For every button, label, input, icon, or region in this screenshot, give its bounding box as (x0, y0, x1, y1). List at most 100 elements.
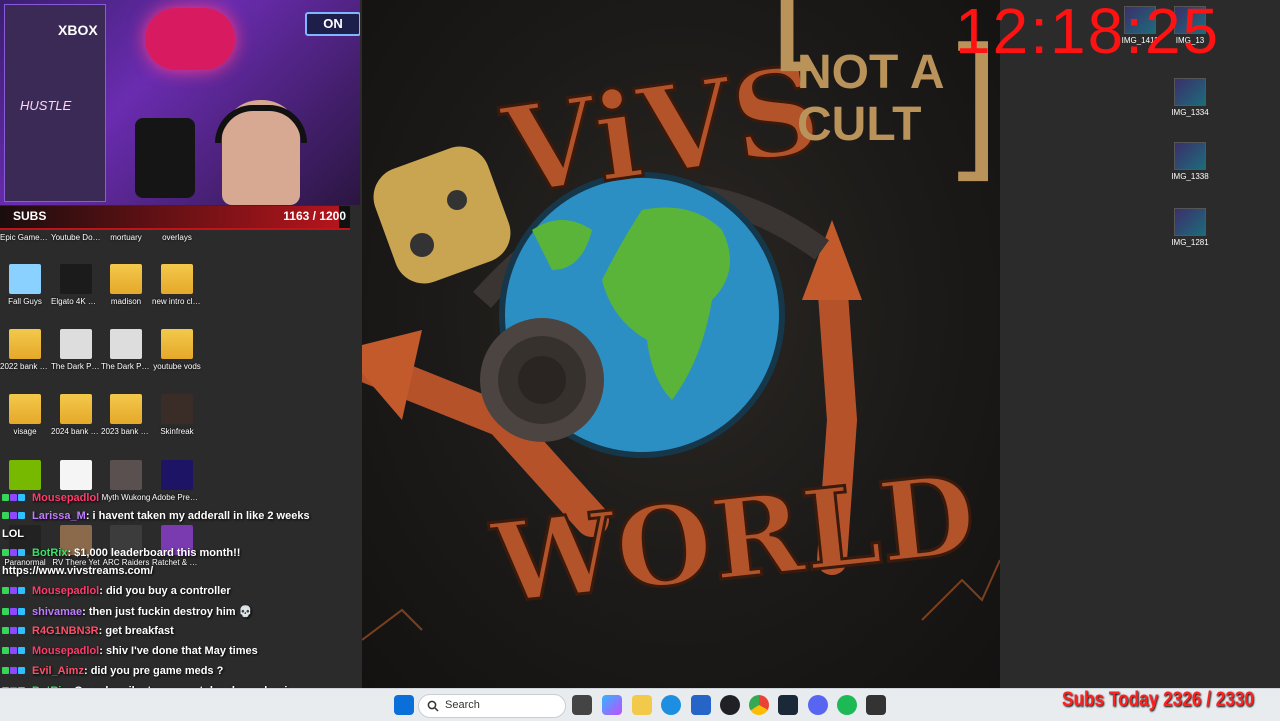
desktop-icon-label: 2024 bank statemen... (51, 427, 101, 436)
desktop-icon[interactable]: 2023 bank statemen... (101, 394, 151, 437)
spotify-icon[interactable] (837, 695, 857, 715)
chat-badge-icon (2, 665, 32, 677)
headphones-icon (215, 105, 307, 143)
desktop-icon-label: Elgato 4K Capture... (51, 297, 101, 306)
obs-icon[interactable] (720, 695, 740, 715)
folder-icon (110, 264, 142, 294)
edge-icon[interactable] (661, 695, 681, 715)
desktop-icon[interactable]: 2024 bank statemen... (51, 394, 101, 437)
desktop-icon[interactable]: Youtube Download... (51, 230, 101, 243)
chat-badge-icon (2, 510, 32, 522)
chat-text: : get breakfast (98, 625, 174, 637)
webcam-on-air-sign: ON (305, 12, 360, 36)
chat-message: LOL (2, 528, 24, 540)
chat-username: Larissa_M (32, 510, 86, 522)
chat-message: R4G1NBN3R: get breakfast (2, 625, 174, 637)
webcam-xbox-sign: XBOX (58, 22, 98, 38)
gaming-chair (135, 118, 195, 198)
image-thumbnail-icon (1174, 142, 1206, 170)
desktop-icon-label: 2022 bank statemen... (0, 362, 50, 371)
tagline-line1: NOT A (797, 46, 945, 99)
desktop-icon[interactable]: madison (101, 264, 151, 307)
file-explorer-icon[interactable] (632, 695, 652, 715)
image-thumbnail-icon (1174, 78, 1206, 106)
desktop-icon-label: The Dark Pictures ... (51, 362, 101, 371)
premiere-icon (161, 460, 193, 490)
chat-message: https://www.vivstreams.com/ (2, 565, 153, 577)
chat-badge-icon (2, 547, 32, 559)
desktop-icon[interactable]: The Dark Pictures An... (101, 329, 151, 372)
desktop-icon[interactable]: youtube vods (152, 329, 202, 372)
folder-icon (9, 329, 41, 359)
desktop-icon[interactable]: mortuary (101, 230, 151, 243)
desktop-icon-label: madison (110, 297, 142, 306)
search-placeholder: Search (445, 699, 480, 711)
steam-icon[interactable] (778, 695, 798, 715)
chat-badge-icon (2, 606, 32, 618)
desktop-icon[interactable]: The Dark Pictures ... (51, 329, 101, 372)
webcam-feed: XBOX HUSTLE ON (0, 0, 360, 205)
desktop-icon-label: IMG_1281 (1171, 238, 1209, 247)
dark-pictures-icon (110, 329, 142, 359)
chat-message: shivamae: then just fuckin destroy him 💀 (2, 605, 252, 618)
copilot-icon[interactable] (602, 695, 622, 715)
desktop-icon[interactable]: 2022 bank statemen... (0, 329, 50, 372)
desktop-icon-label: overlays (162, 233, 192, 242)
desktop-icon-label: mortuary (110, 233, 142, 242)
desktop-icon[interactable]: Epic Games Launcher (0, 230, 50, 243)
desktop-icon-label: youtube vods (153, 362, 201, 371)
desktop-right-area (1000, 0, 1280, 688)
task-view-icon[interactable] (572, 695, 592, 715)
chat-message: Mousepadlol: did you buy a controller (2, 585, 231, 597)
chrome-icon[interactable] (749, 695, 769, 715)
chat-text: : $1,000 leaderboard this month!! (67, 547, 241, 559)
taskbar-search-box[interactable]: Search (418, 694, 566, 718)
fall-guys-icon (9, 264, 41, 294)
desktop-icon[interactable]: visage (0, 394, 50, 437)
chat-text: LOL (2, 528, 24, 540)
chat-message: Evil_Aimz: did you pre game meds ? (2, 665, 223, 677)
desktop-icon[interactable]: new intro clips (152, 264, 202, 307)
dark-pictures-icon (60, 329, 92, 359)
folder-icon (9, 394, 41, 424)
subs-goal-label: SUBS (13, 209, 47, 223)
wallpaper-art: ViVS WORLD [ ] NOT A CULT (362, 0, 1000, 641)
desktop-icon[interactable]: Skinfreak (152, 394, 202, 437)
desktop-icon[interactable]: overlays (152, 230, 202, 243)
nvidia-icon (9, 460, 41, 490)
media-player-icon (60, 460, 92, 490)
desktop-icon-image[interactable]: IMG_1281 (1166, 208, 1214, 247)
desktop-icon[interactable] (0, 460, 50, 492)
subs-goal-bar: SUBS 1163 / 1200 (0, 206, 350, 230)
desktop-icon[interactable]: Elgato 4K Capture... (51, 264, 101, 307)
chat-username: Mousepadlol (32, 492, 100, 504)
desktop-icon[interactable]: Fall Guys (0, 264, 50, 307)
chat-text: : shiv I've done that May times (99, 645, 258, 657)
store-icon[interactable] (691, 695, 711, 715)
start-button[interactable] (394, 695, 414, 715)
desktop-icon-image[interactable]: IMG_1338 (1166, 142, 1214, 181)
skinfreak-icon (161, 394, 193, 424)
wukong-icon (110, 460, 142, 490)
image-thumbnail-icon (1174, 208, 1206, 236)
desktop-icon-label: new intro clips (152, 297, 202, 306)
chat-message: BotRix: $1,000 leaderboard this month!! (2, 547, 240, 559)
desktop-icon-label: Fall Guys (8, 297, 42, 306)
subs-goal-count: 1163 / 1200 (283, 209, 346, 223)
desktop-icon-label: Youtube Download... (51, 233, 101, 242)
terminal-icon[interactable] (866, 695, 886, 715)
folder-icon (60, 394, 92, 424)
chat-text: : did you pre game meds ? (83, 665, 224, 677)
desktop-icon-label: visage (13, 427, 37, 436)
wallpaper: ViVS WORLD [ ] NOT A CULT (362, 0, 1000, 688)
chat-username: Mousepadlol (32, 585, 100, 597)
webcam-hustle-sign: HUSTLE (20, 98, 72, 113)
desktop-icon-label: IMG_1338 (1171, 172, 1209, 181)
chat-text: : did you buy a controller (99, 585, 231, 597)
desktop-icon[interactable] (51, 460, 101, 492)
discord-icon[interactable] (808, 695, 828, 715)
chat-overlay: Mousepadlol Larissa_M: i havent taken my … (0, 490, 320, 718)
chat-badge-icon (2, 492, 32, 504)
chat-badge-icon (2, 585, 32, 597)
desktop-icon-image[interactable]: IMG_1334 (1166, 78, 1214, 117)
